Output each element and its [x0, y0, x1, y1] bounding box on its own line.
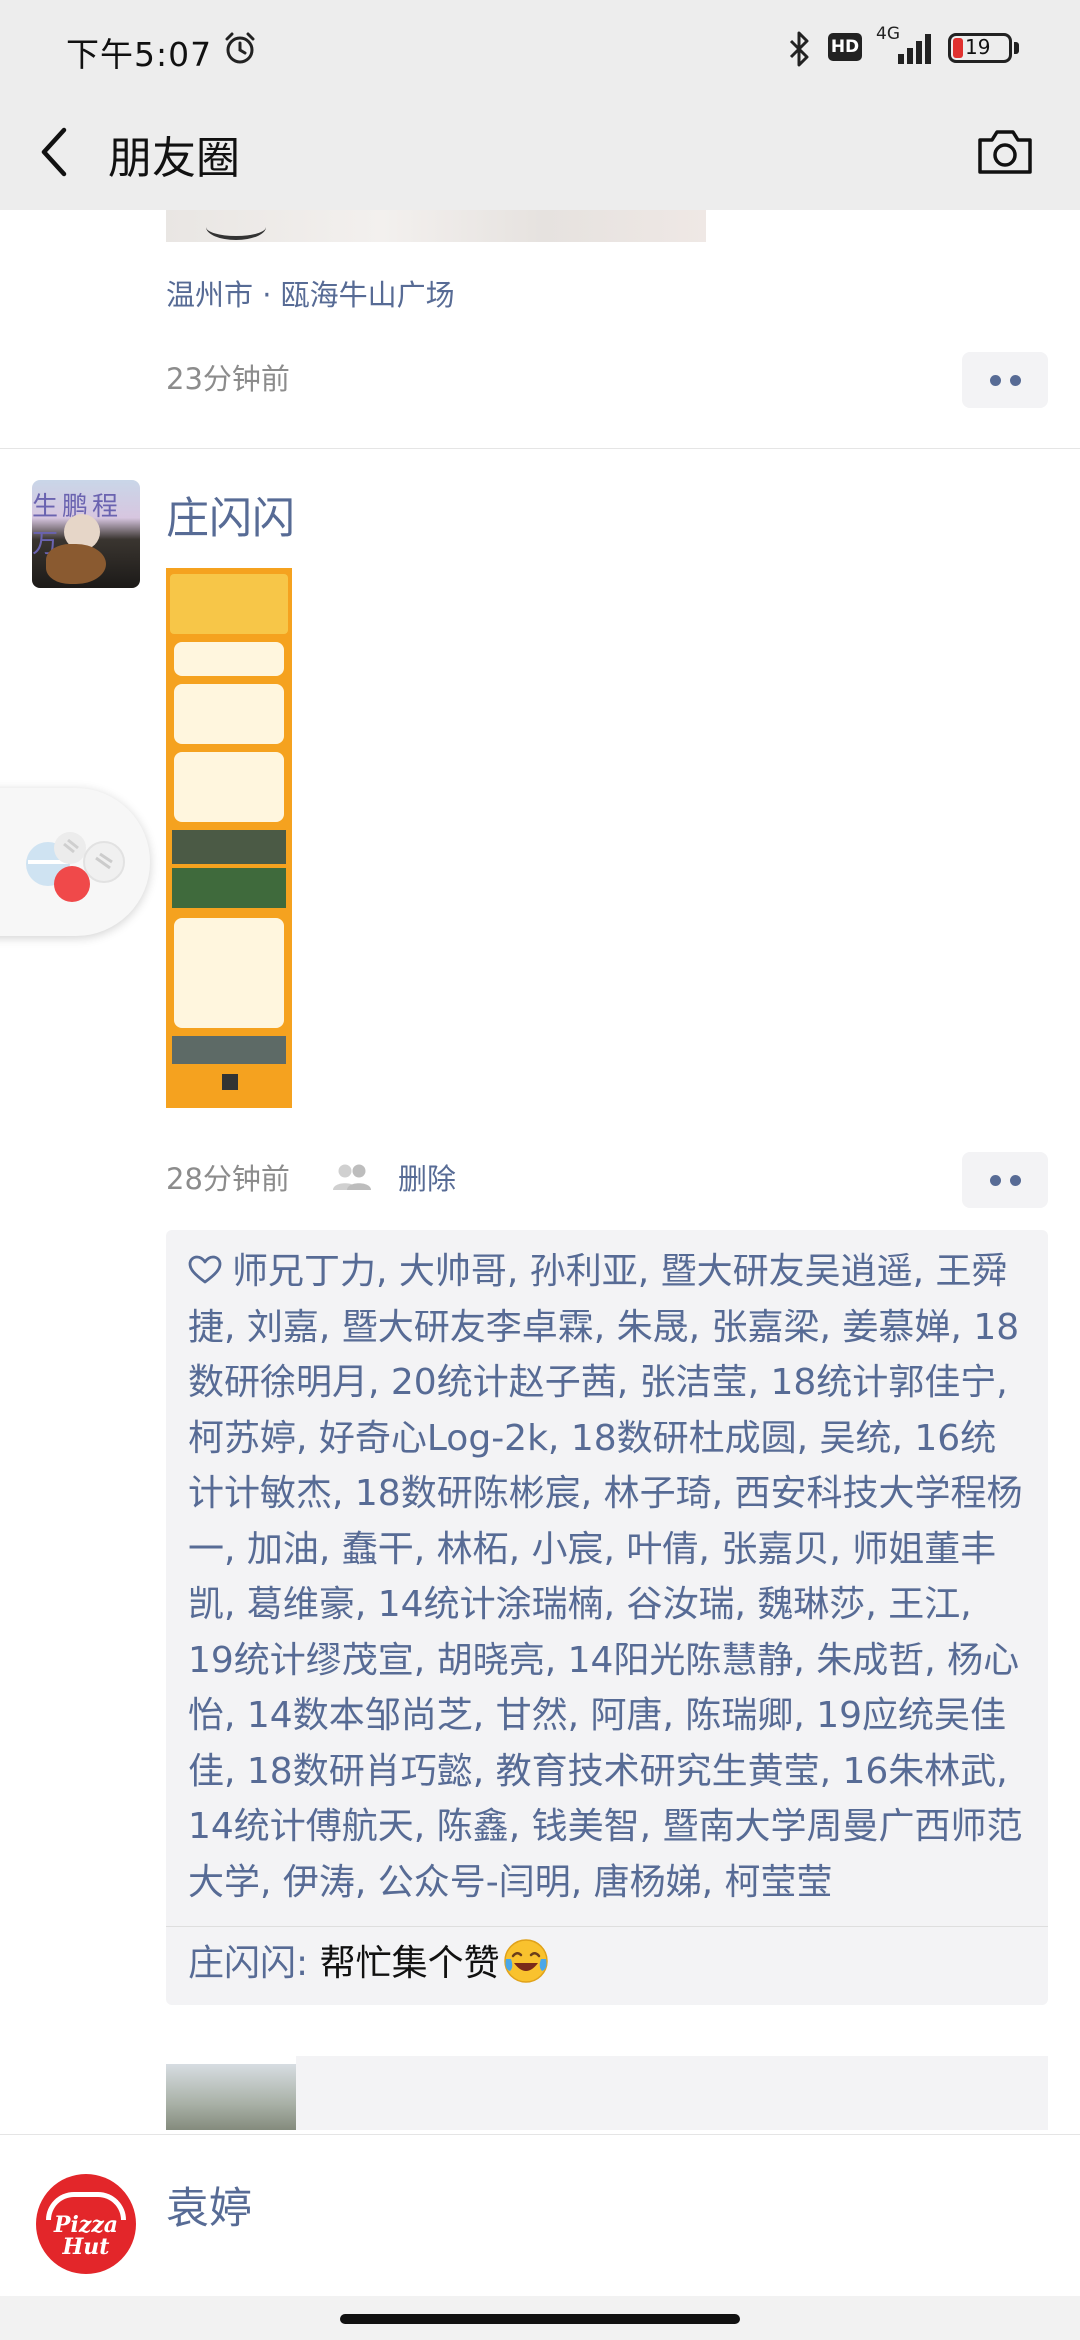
chevron-left-icon[interactable] — [34, 122, 74, 182]
poster-block — [174, 918, 284, 1028]
comment-item[interactable]: 庄闪闪: 帮忙集个赞 — [166, 1927, 1048, 2005]
poster-photo — [172, 868, 286, 908]
dot-icon — [1009, 374, 1021, 386]
poster-block — [174, 684, 284, 744]
poster-block — [174, 752, 284, 822]
signal-strength-icon — [898, 34, 931, 64]
battery-fill — [953, 38, 963, 58]
post-image[interactable] — [166, 210, 706, 242]
pizza-hut-logo: Pizza Hut — [36, 2174, 136, 2274]
home-indicator[interactable] — [340, 2314, 740, 2324]
poster-block — [174, 642, 284, 676]
likes-comments-box: 师兄丁力, 大帅哥, 孙利亚, 暨大研友吴逍遥, 王舜捷, 刘嘉, 暨大研友李卓… — [166, 1230, 1048, 2005]
post-divider — [0, 2134, 1080, 2135]
poster-qr-code — [222, 1074, 238, 1090]
bluetooth-icon — [789, 31, 809, 67]
comment-colon: : — [296, 1943, 320, 1984]
avatar[interactable]: Pizza Hut — [32, 2170, 140, 2278]
post-image[interactable] — [166, 568, 292, 1108]
battery-cap — [1014, 42, 1019, 54]
dot-icon — [1009, 1174, 1021, 1186]
dot-icon — [989, 374, 1001, 386]
post-location[interactable]: 温州市 · 瓯海牛山广场 — [166, 272, 455, 314]
battery-icon: 19 — [948, 33, 1012, 63]
page-title: 朋友圈 — [108, 133, 240, 184]
heart-outline-icon — [188, 1255, 222, 1284]
more-actions-button[interactable] — [962, 352, 1048, 408]
avatar[interactable]: 生鹏程万 — [32, 480, 140, 588]
floating-window-icon — [26, 832, 125, 902]
floating-window-widget[interactable] — [0, 788, 150, 936]
battery-level: 19 — [965, 35, 991, 59]
post-divider — [0, 448, 1080, 449]
likes-list[interactable]: 师兄丁力, 大帅哥, 孙利亚, 暨大研友吴逍遥, 王舜捷, 刘嘉, 暨大研友李卓… — [166, 1230, 1048, 1926]
comment-author[interactable]: 庄闪闪 — [188, 1943, 296, 1984]
nav-bar: 朋友圈 — [0, 96, 1080, 210]
comment-text: 帮忙集个赞 — [319, 1943, 500, 1984]
poster-photo — [172, 1036, 286, 1064]
poster-header — [170, 574, 288, 634]
avatar-guitar — [46, 544, 106, 584]
friends-icon — [333, 1164, 371, 1190]
likes-names: 师兄丁力, 大帅哥, 孙利亚, 暨大研友吴逍遥, 王舜捷, 刘嘉, 暨大研友李卓… — [188, 1251, 1023, 1903]
poster-photo — [172, 830, 286, 864]
post-image[interactable] — [166, 2064, 296, 2130]
post-author[interactable]: 庄闪闪 — [166, 484, 295, 546]
hd-badge: HD — [828, 33, 862, 61]
post-link-preview[interactable] — [296, 2056, 1048, 2130]
post-time: 28分钟前 — [166, 1162, 290, 1196]
pizza-hut-logo-text: Pizza Hut — [53, 2212, 119, 2260]
camera-icon[interactable] — [976, 126, 1034, 178]
post-author[interactable]: 袁婷 — [166, 2174, 252, 2236]
alarm-clock-icon — [225, 32, 255, 64]
dot-icon — [989, 1174, 1001, 1186]
post-time: 23分钟前 — [166, 362, 290, 396]
laughing-crying-emoji-icon — [503, 1939, 548, 1983]
more-actions-button[interactable] — [962, 1152, 1048, 1208]
status-bar: 下午5:07 HD 4G 19 — [0, 0, 1080, 96]
delete-button[interactable]: 删除 — [398, 1156, 456, 1198]
status-time: 下午5:07 — [66, 35, 213, 74]
